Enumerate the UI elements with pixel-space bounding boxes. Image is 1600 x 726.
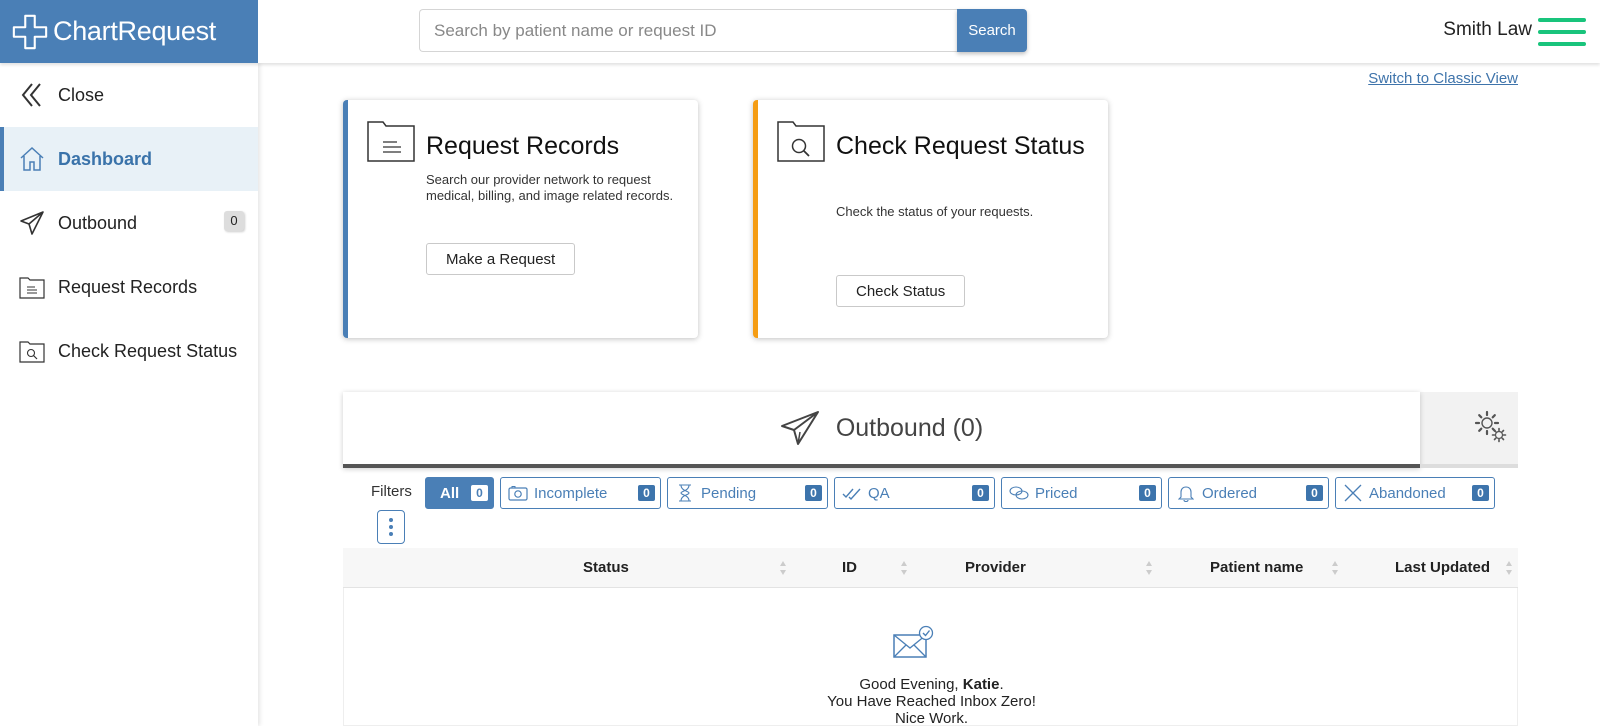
hamburger-menu-icon[interactable] [1538, 18, 1586, 46]
filter-chip-priced[interactable]: Priced 0 [1001, 477, 1162, 509]
card-description: Search our provider network to request m… [426, 172, 674, 203]
filter-chip-label: Incomplete [534, 484, 608, 502]
filter-chip-label: Abandoned [1369, 484, 1446, 502]
envelope-check-icon [893, 625, 934, 658]
table-body: Good Evening, Katie. You Have Reached In… [343, 588, 1518, 726]
sidebar-item-label: Request Records [58, 276, 198, 297]
filter-chip-count: 0 [471, 485, 488, 501]
greeting-end: . [999, 676, 1004, 693]
camera-icon [508, 483, 528, 503]
filter-chip-count: 0 [972, 485, 989, 501]
filter-chip-ordered[interactable]: Ordered 0 [1168, 477, 1329, 509]
filter-chip-all[interactable]: All 0 [425, 477, 494, 509]
sidebar-item-request-records[interactable]: Request Records [0, 255, 258, 319]
sidebar-item-label: Dashboard [58, 148, 153, 169]
double-chevron-left-icon [19, 82, 45, 108]
card-title: Request Records [426, 132, 620, 160]
filter-chip-count: 0 [1306, 485, 1323, 501]
filter-chip-abandoned[interactable]: Abandoned 0 [1335, 477, 1495, 509]
outbound-title: Outbound (0) [835, 413, 984, 442]
brand-name: ChartRequest [53, 16, 216, 46]
more-options-icon[interactable] [377, 510, 405, 544]
filter-chip-incomplete[interactable]: Incomplete 0 [500, 477, 661, 509]
column-header-last-updated[interactable]: Last Updated [1395, 559, 1490, 576]
filter-chip-count: 0 [805, 485, 822, 501]
check-request-status-card: Check Request Status Check the status of… [753, 100, 1108, 338]
hourglass-icon [675, 483, 695, 503]
dot [389, 525, 393, 529]
folder-search-icon [777, 121, 825, 162]
folder-document-icon [367, 121, 415, 162]
sidebar: Close Dashboard Outbound 0 Request Recor… [0, 63, 258, 726]
inbox-zero-line: You Have Reached Inbox Zero! [827, 693, 1036, 710]
home-icon [19, 146, 45, 172]
search-bar: Search [419, 9, 1027, 52]
top-bar: ChartRequest Search Smith Law [0, 0, 1600, 63]
brand-logo[interactable]: ChartRequest [0, 0, 258, 63]
greeting-line: Good Evening, Katie. [344, 676, 1519, 693]
bell-icon [1176, 483, 1196, 503]
check-status-button[interactable]: Check Status [836, 275, 966, 307]
sort-icon[interactable] [1331, 560, 1339, 576]
search-button[interactable]: Search [957, 9, 1027, 52]
table-header: Status ID Provider Patient name Last Upd… [343, 548, 1518, 588]
sidebar-item-check-request-status[interactable]: Check Request Status [0, 319, 258, 383]
hamburger-bar [1538, 30, 1586, 34]
make-a-request-button[interactable]: Make a Request [426, 243, 576, 275]
sidebar-item-label: Check Request Status [58, 340, 238, 361]
sidebar-item-label: Close [58, 84, 105, 105]
sort-icon[interactable] [900, 560, 908, 576]
switch-classic-view-link[interactable]: Switch to Classic View [1368, 70, 1518, 87]
settings-gear-icon[interactable] [1473, 409, 1509, 445]
filter-chip-qa[interactable]: QA 0 [834, 477, 995, 509]
sort-icon[interactable] [1145, 560, 1153, 576]
filter-chip-count: 0 [638, 485, 655, 501]
filter-chip-label: Pending [701, 484, 757, 502]
filter-chip-label: All [440, 484, 460, 502]
x-icon [1343, 483, 1363, 503]
sidebar-item-dashboard[interactable]: Dashboard [0, 127, 258, 191]
double-check-icon [842, 483, 862, 503]
column-header-id[interactable]: ID [842, 559, 857, 576]
filter-chip-label: QA [868, 484, 890, 502]
user-first-name: Katie [962, 676, 1000, 693]
outbound-count-badge: 0 [224, 211, 244, 231]
folder-document-icon [19, 274, 45, 300]
empty-state-message: Good Evening, Katie. You Have Reached In… [344, 676, 1519, 726]
filter-chip-pending[interactable]: Pending 0 [667, 477, 828, 509]
paper-plane-icon [19, 210, 45, 236]
dot [389, 532, 393, 536]
user-name[interactable]: Smith Law [1443, 19, 1532, 41]
sort-icon[interactable] [1505, 560, 1513, 576]
filter-chip-count: 0 [1472, 485, 1489, 501]
paper-plane-icon [780, 411, 819, 445]
filter-chip-label: Priced [1035, 484, 1078, 502]
sidebar-item-label: Outbound [58, 212, 138, 233]
greeting-text: Good Evening, [859, 676, 963, 693]
chartrequest-cross-icon [12, 14, 48, 49]
hamburger-bar [1538, 18, 1586, 22]
header-underline [1420, 464, 1518, 468]
hamburger-bar [1538, 42, 1586, 46]
sidebar-item-close[interactable]: Close [0, 63, 258, 127]
outbound-header: Outbound (0) [343, 392, 1420, 468]
sort-icon[interactable] [779, 560, 787, 576]
coins-icon [1009, 483, 1029, 503]
column-header-provider[interactable]: Provider [965, 559, 1026, 576]
filters-label: Filters [371, 483, 412, 500]
folder-search-icon [19, 338, 45, 364]
request-records-card: Request Records Search our provider netw… [343, 100, 698, 338]
dot [389, 518, 393, 522]
filter-chip-count: 0 [1139, 485, 1156, 501]
search-input[interactable] [419, 9, 957, 52]
app-root: ChartRequest Search Smith Law Close Dash… [0, 0, 1600, 726]
card-title: Check Request Status [836, 132, 1085, 160]
column-header-patient-name[interactable]: Patient name [1210, 559, 1303, 576]
nice-work-line: Nice Work. [894, 710, 969, 726]
sidebar-item-outbound[interactable]: Outbound 0 [0, 191, 258, 255]
column-header-status[interactable]: Status [583, 559, 629, 576]
filter-chip-label: Ordered [1202, 484, 1258, 502]
card-description: Check the status of your requests. [836, 204, 1034, 219]
